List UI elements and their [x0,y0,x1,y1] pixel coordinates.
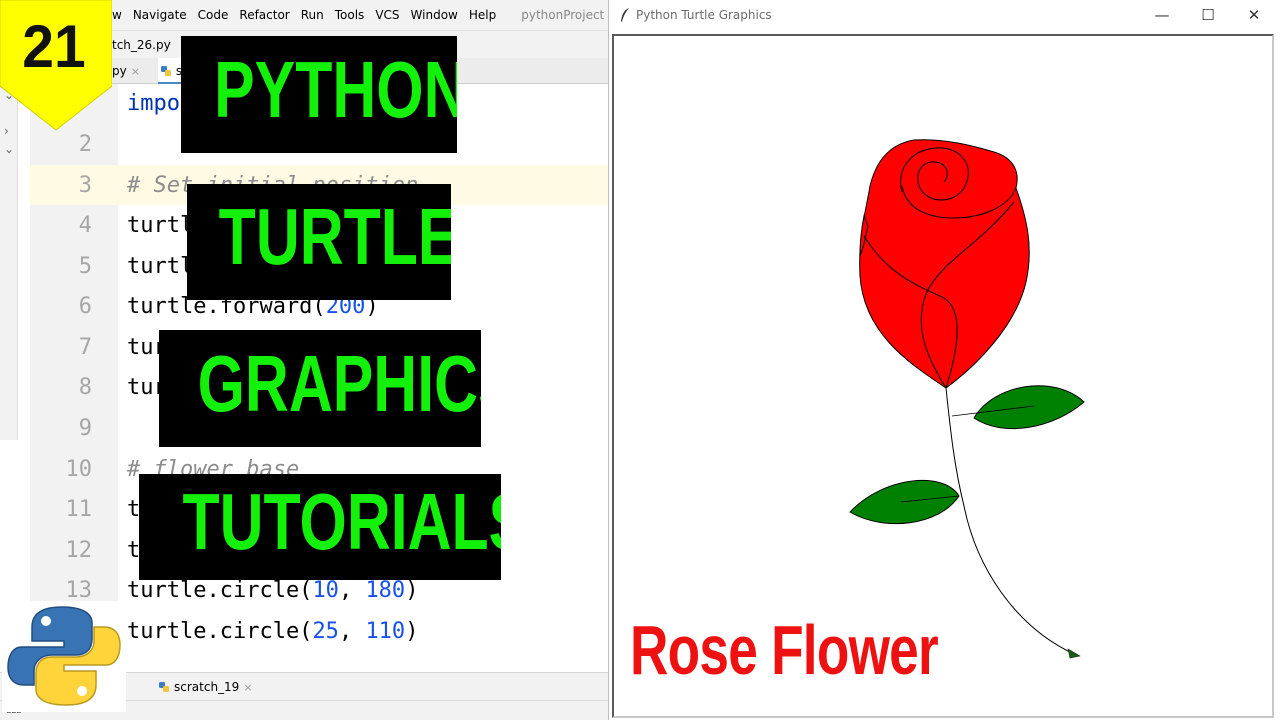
title-block-2: TURTLE [187,184,451,300]
line-number: 11 [65,497,93,522]
rose-caption: Rose Flower [630,611,939,689]
code-text: ) [405,578,419,603]
turtle-canvas[interactable]: Rose Flower [612,34,1274,718]
code-number: 25 [312,619,339,644]
menu-run[interactable]: Run [301,8,324,22]
line-number: 5 [78,254,92,279]
tool-window-strip: ⌄ › ⌄ [0,84,18,440]
editor-tab-1-label: py [112,64,127,78]
code-text: , [338,578,366,603]
line-number: 8 [78,375,92,400]
window-titlebar[interactable]: Python Turtle Graphics — ☐ ✕ [609,0,1280,32]
menu-help[interactable]: Help [469,8,496,22]
python-file-icon [159,682,169,692]
code-number: 180 [365,578,406,603]
project-title: pythonProject - C:\U [521,8,608,22]
left-leaf [849,479,960,525]
line-number: 4 [78,213,92,238]
line-number: 2 [78,132,92,157]
title-line-turtle: TURTLE [218,192,451,281]
code-number: 110 [365,619,406,644]
title-line-tutorials: TUTORIALS [182,477,501,566]
code-text: ) [405,619,419,644]
episode-number: 21 [22,13,86,80]
line-number: 9 [78,416,92,441]
window-title: Python Turtle Graphics [636,8,772,22]
close-icon[interactable]: × [243,681,252,694]
line-number: 7 [78,335,92,360]
code-text: turtle.circle( [127,578,313,603]
line-number: 12 [65,538,93,563]
line-number: 10 [65,457,93,482]
menu-code[interactable]: Code [198,8,229,22]
title-block-1: PYTHON [181,36,457,153]
right-leaf [973,385,1085,430]
code-line-14[interactable]: turtle.circle(25, 110) [127,612,418,652]
line-number: 3 [78,173,92,198]
bottom-tab-label: scratch_19 [174,680,240,694]
maximize-button[interactable]: ☐ [1185,0,1231,32]
menu-vcs[interactable]: VCS [375,8,399,22]
title-block-3: GRAPHICS [159,330,481,447]
python-logo-icon [2,601,126,712]
menu-navigate[interactable]: Navigate [133,8,187,22]
chevron-down-icon[interactable]: ⌄ [4,142,14,156]
code-keyword: impo [127,91,180,116]
close-button[interactable]: ✕ [1231,0,1277,32]
turtle-graphics-window: Python Turtle Graphics — ☐ ✕ Rose Flower [608,0,1280,720]
turtle-arrow-icon [1067,648,1081,659]
feather-icon [621,8,629,22]
bottom-tab-scratch[interactable]: scratch_19 × [158,673,253,701]
menu-tools[interactable]: Tools [335,8,365,22]
editor-tab-1[interactable]: py × [112,58,140,84]
title-block-4: TUTORIALS [139,474,501,580]
minimize-button[interactable]: — [1139,0,1185,32]
code-number: 10 [312,578,339,603]
line-number: 6 [78,294,92,319]
rose-petals [859,139,1030,389]
close-icon[interactable]: × [131,65,140,78]
code-text: turtle.circle( [127,619,313,644]
menu-window[interactable]: Window [411,8,458,22]
code-text: , [338,619,366,644]
code-line-1[interactable]: impo [127,84,180,124]
python-file-icon [161,66,171,76]
title-line-python: PYTHON [214,45,457,134]
menu-refactor[interactable]: Refactor [239,8,289,22]
menu-view[interactable]: w [112,8,122,22]
title-line-graphics: GRAPHICS [197,339,481,428]
breadcrumb-file[interactable]: tch_26.py [112,38,171,52]
